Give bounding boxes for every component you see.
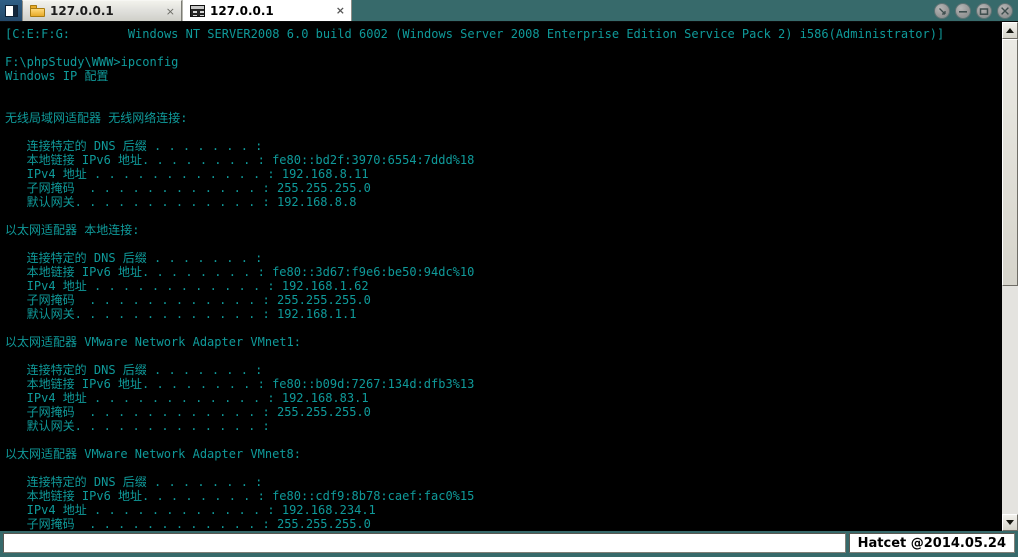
console-line: 本地链接 IPv6 地址. . . . . . . . : fe80::3d67… xyxy=(5,265,475,279)
console-line: 本地链接 IPv6 地址. . . . . . . . : fe80::b09d… xyxy=(5,377,475,391)
console-line: 子网掩码 . . . . . . . . . . . . : 255.255.2… xyxy=(5,293,371,307)
console-area: [C:E:F:G: Windows NT SERVER2008 6.0 buil… xyxy=(0,22,1018,531)
console-line: 无线局域网适配器 无线网络连接: xyxy=(5,111,188,125)
console-line: [C:E:F:G: Windows NT SERVER2008 6.0 buil… xyxy=(5,27,945,41)
tab-127-0-0-1-console[interactable]: 127.0.0.1 × xyxy=(182,0,352,21)
console-line: 连接特定的 DNS 后缀 . . . . . . . : xyxy=(5,251,263,265)
console-line: 本地链接 IPv6 地址. . . . . . . . : fe80::bd2f… xyxy=(5,153,475,167)
tab-close-icon[interactable]: × xyxy=(160,6,175,17)
console-line: IPv4 地址 . . . . . . . . . . . . : 192.16… xyxy=(5,391,369,405)
window-controls xyxy=(934,3,1018,21)
window-restore-icon xyxy=(4,4,18,17)
console-line: 默认网关. . . . . . . . . . . . . : xyxy=(5,419,270,433)
console-line: 子网掩码 . . . . . . . . . . . . : 255.255.2… xyxy=(5,405,371,419)
console-line: IPv4 地址 . . . . . . . . . . . . : 192.16… xyxy=(5,503,376,517)
console-line: 本地链接 IPv6 地址. . . . . . . . : fe80::cdf9… xyxy=(5,489,475,503)
console-line: 连接特定的 DNS 后缀 . . . . . . . : xyxy=(5,363,263,377)
console-output[interactable]: [C:E:F:G: Windows NT SERVER2008 6.0 buil… xyxy=(0,22,1001,531)
console-line: 子网掩码 . . . . . . . . . . . . : 255.255.2… xyxy=(5,517,371,531)
system-menu-button[interactable] xyxy=(0,0,22,21)
close-icon xyxy=(1001,7,1009,15)
tab-127-0-0-1-folder[interactable]: 127.0.0.1 × xyxy=(22,0,182,21)
status-bar: Hatcet @2014.05.24 xyxy=(0,531,1018,557)
scroll-up-arrow-icon xyxy=(1006,28,1014,33)
tab-label: 127.0.0.1 xyxy=(50,4,114,18)
status-panel-right: Hatcet @2014.05.24 xyxy=(848,533,1015,553)
console-line: 子网掩码 . . . . . . . . . . . . : 255.255.2… xyxy=(5,181,371,195)
vertical-scrollbar[interactable] xyxy=(1001,22,1018,531)
console-line: 默认网关. . . . . . . . . . . . . : 192.168.… xyxy=(5,307,357,321)
console-line: Windows IP 配置 xyxy=(5,69,109,83)
minimize-button[interactable] xyxy=(955,3,971,19)
console-line: IPv4 地址 . . . . . . . . . . . . : 192.16… xyxy=(5,279,369,293)
scroll-down-button[interactable] xyxy=(1002,514,1018,531)
console-line: IPv4 地址 . . . . . . . . . . . . : 192.16… xyxy=(5,167,369,181)
maximize-button[interactable] xyxy=(976,3,992,19)
console-line: 以太网适配器 本地连接: xyxy=(5,223,140,237)
scrollbar-track[interactable] xyxy=(1002,39,1018,514)
restore-down-button[interactable] xyxy=(934,3,950,19)
status-panel-left xyxy=(3,533,846,553)
scrollbar-thumb[interactable] xyxy=(1002,39,1018,286)
console-line: F:\phpStudy\WWW>ipconfig xyxy=(5,55,179,69)
console-line: 连接特定的 DNS 后缀 . . . . . . . : xyxy=(5,139,263,153)
console-line: 连接特定的 DNS 后缀 . . . . . . . : xyxy=(5,475,263,489)
tab-bar: 127.0.0.1 × 127.0.0.1 × xyxy=(0,0,1018,22)
restore-down-icon xyxy=(938,7,946,15)
console-line: 默认网关. . . . . . . . . . . . . : 192.168.… xyxy=(5,195,357,209)
folder-icon xyxy=(30,5,45,17)
tab-label: 127.0.0.1 xyxy=(210,3,274,18)
console-line: 以太网适配器 VMware Network Adapter VMnet8: xyxy=(5,447,301,461)
tab-close-icon[interactable]: × xyxy=(330,5,345,16)
terminal-window: 127.0.0.1 × 127.0.0.1 × [C:E:F:G: Window… xyxy=(0,0,1018,557)
minimize-icon xyxy=(959,10,967,13)
maximize-icon xyxy=(979,7,989,15)
scroll-up-button[interactable] xyxy=(1002,22,1018,39)
close-button[interactable] xyxy=(997,3,1013,19)
scroll-down-arrow-icon xyxy=(1006,520,1014,525)
console-icon xyxy=(190,4,205,17)
console-line: 以太网适配器 VMware Network Adapter VMnet1: xyxy=(5,335,301,349)
